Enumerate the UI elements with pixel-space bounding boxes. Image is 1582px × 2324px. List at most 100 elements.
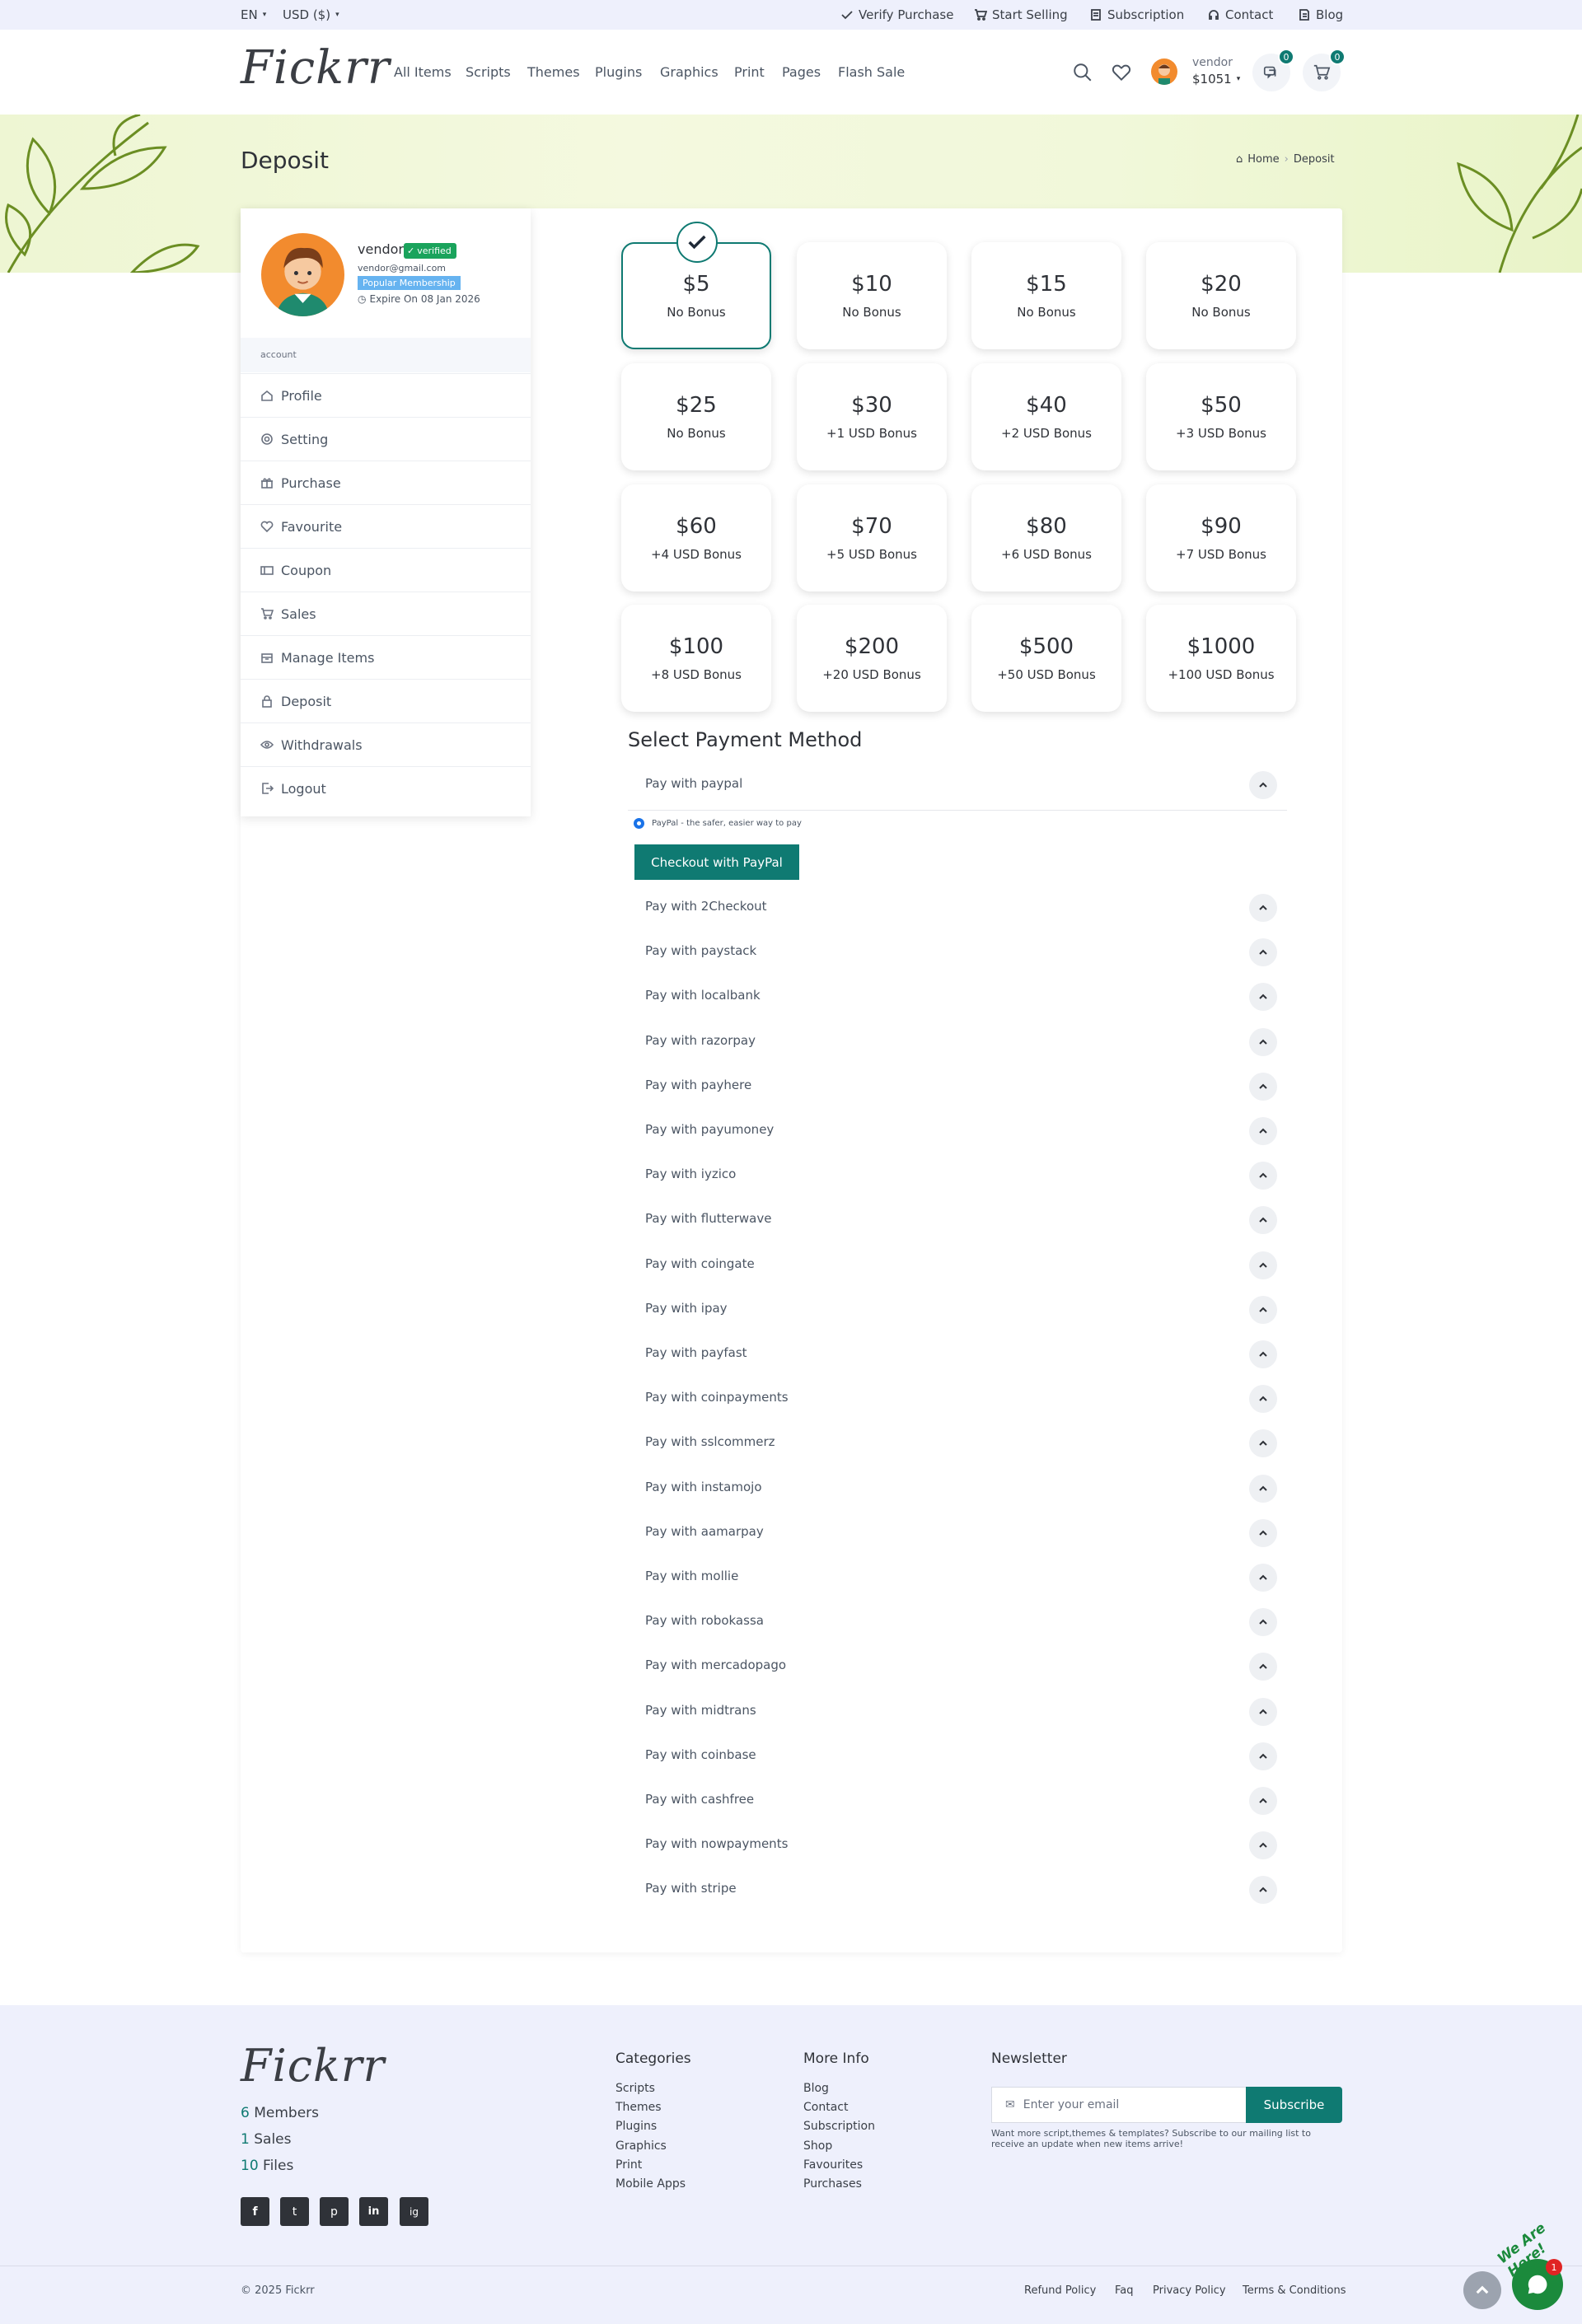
- payment-method-row[interactable]: Pay with sslcommerz: [628, 1421, 1287, 1466]
- payment-method-row[interactable]: Pay with stripe: [628, 1868, 1287, 1912]
- heart-icon[interactable]: [1111, 62, 1132, 83]
- breadcrumb-home[interactable]: Home: [1247, 153, 1279, 166]
- amount-option-10[interactable]: $10 No Bonus: [797, 242, 947, 349]
- chevron-up-icon[interactable]: [1249, 1429, 1277, 1457]
- amount-option-200[interactable]: $200 +20 USD Bonus: [797, 605, 947, 712]
- header-balance-dropdown[interactable]: $1051 ▾: [1192, 72, 1240, 87]
- nav-all-items[interactable]: All Items: [394, 64, 452, 80]
- subscription-link[interactable]: Subscription: [1089, 0, 1184, 30]
- contact-link[interactable]: Contact: [1207, 0, 1273, 30]
- sidebar-item-logout[interactable]: Logout: [241, 766, 531, 810]
- amount-option-60[interactable]: $60 +4 USD Bonus: [621, 484, 771, 592]
- pinterest-icon[interactable]: p: [320, 2197, 349, 2226]
- header-avatar[interactable]: [1151, 58, 1177, 85]
- amount-option-80[interactable]: $80 +6 USD Bonus: [971, 484, 1121, 592]
- nav-pages[interactable]: Pages: [782, 64, 821, 80]
- chevron-up-icon[interactable]: [1249, 771, 1277, 799]
- site-logo[interactable]: Fickrr: [241, 41, 391, 95]
- sidebar-item-purchase[interactable]: Purchase: [241, 461, 531, 504]
- amount-option-40[interactable]: $40 +2 USD Bonus: [971, 363, 1121, 470]
- chevron-up-icon[interactable]: [1249, 1340, 1277, 1368]
- amount-option-100[interactable]: $100 +8 USD Bonus: [621, 605, 771, 712]
- chevron-up-icon[interactable]: [1249, 894, 1277, 922]
- chevron-up-icon[interactable]: [1249, 1296, 1277, 1324]
- footer-info-link[interactable]: Blog: [803, 2082, 829, 2095]
- faq-link[interactable]: Faq: [1115, 2284, 1134, 2297]
- chevron-up-icon[interactable]: [1249, 1117, 1277, 1145]
- payment-method-row[interactable]: Pay with localbank: [628, 975, 1287, 1019]
- footer-info-link[interactable]: Subscription: [803, 2120, 875, 2133]
- chevron-up-icon[interactable]: [1249, 1073, 1277, 1101]
- chevron-up-icon[interactable]: [1249, 1385, 1277, 1413]
- search-icon[interactable]: [1072, 62, 1093, 83]
- sidebar-item-deposit[interactable]: Deposit: [241, 679, 531, 722]
- footer-info-link[interactable]: Favourites: [803, 2158, 863, 2172]
- footer-category-link[interactable]: Themes: [615, 2101, 662, 2114]
- payment-method-row[interactable]: Pay with payumoney: [628, 1109, 1287, 1153]
- payment-method-row[interactable]: Pay with 2Checkout: [628, 886, 1287, 930]
- footer-info-link[interactable]: Shop: [803, 2139, 832, 2153]
- nav-flash-sale[interactable]: Flash Sale: [838, 64, 905, 80]
- sidebar-item-setting[interactable]: Setting: [241, 417, 531, 461]
- payment-method-row[interactable]: Pay with payfast: [628, 1332, 1287, 1377]
- footer-info-link[interactable]: Contact: [803, 2101, 848, 2114]
- linkedin-icon[interactable]: in: [359, 2197, 388, 2226]
- blog-link[interactable]: Blog: [1298, 0, 1343, 30]
- payment-method-row[interactable]: Pay with flutterwave: [628, 1198, 1287, 1242]
- amount-option-90[interactable]: $90 +7 USD Bonus: [1146, 484, 1296, 592]
- chevron-up-icon[interactable]: [1249, 1698, 1277, 1726]
- chevron-up-icon[interactable]: [1249, 1519, 1277, 1547]
- footer-category-link[interactable]: Plugins: [615, 2120, 657, 2133]
- footer-category-link[interactable]: Scripts: [615, 2082, 655, 2095]
- amount-option-30[interactable]: $30 +1 USD Bonus: [797, 363, 947, 470]
- chevron-up-icon[interactable]: [1249, 1564, 1277, 1592]
- payment-method-row[interactable]: Pay with coinpayments: [628, 1377, 1287, 1421]
- sidebar-item-profile[interactable]: Profile: [241, 373, 531, 417]
- chevron-up-icon[interactable]: [1249, 1876, 1277, 1904]
- nav-plugins[interactable]: Plugins: [595, 64, 642, 80]
- chevron-up-icon[interactable]: [1249, 1162, 1277, 1190]
- payment-method-row[interactable]: Pay with ipay: [628, 1288, 1287, 1332]
- payment-method-row[interactable]: Pay with cashfree: [628, 1779, 1287, 1823]
- payment-method-row[interactable]: Pay with iyzico: [628, 1153, 1287, 1198]
- footer-category-link[interactable]: Print: [615, 2158, 642, 2172]
- payment-method-row[interactable]: Pay with mollie: [628, 1555, 1287, 1600]
- payment-method-row[interactable]: Pay with razorpay: [628, 1020, 1287, 1064]
- chevron-up-icon[interactable]: [1249, 1251, 1277, 1279]
- nav-graphics[interactable]: Graphics: [660, 64, 718, 80]
- terms-link[interactable]: Terms & Conditions: [1243, 2284, 1346, 2297]
- twitter-icon[interactable]: t: [280, 2197, 309, 2226]
- payment-method-row[interactable]: Pay with robokassa: [628, 1600, 1287, 1644]
- chevron-up-icon[interactable]: [1249, 1475, 1277, 1503]
- amount-option-70[interactable]: $70 +5 USD Bonus: [797, 484, 947, 592]
- chevron-up-icon[interactable]: [1249, 1028, 1277, 1056]
- currency-selector[interactable]: USD ($) ▾: [283, 0, 339, 30]
- nav-scripts[interactable]: Scripts: [466, 64, 511, 80]
- amount-option-500[interactable]: $500 +50 USD Bonus: [971, 605, 1121, 712]
- scroll-top-button[interactable]: [1463, 2271, 1501, 2309]
- payment-method-row[interactable]: Pay with instamojo: [628, 1466, 1287, 1511]
- amount-option-20[interactable]: $20 No Bonus: [1146, 242, 1296, 349]
- chevron-up-icon[interactable]: [1249, 1206, 1277, 1234]
- chevron-up-icon[interactable]: [1249, 1653, 1277, 1681]
- chevron-up-icon[interactable]: [1249, 938, 1277, 966]
- footer-category-link[interactable]: Mobile Apps: [615, 2177, 686, 2191]
- footer-category-link[interactable]: Graphics: [615, 2139, 667, 2153]
- footer-info-link[interactable]: Purchases: [803, 2177, 862, 2191]
- checkout-paypal-button[interactable]: Checkout with PayPal: [634, 844, 799, 880]
- payment-method-row[interactable]: Pay with paystack: [628, 930, 1287, 975]
- sidebar-item-withdrawals[interactable]: Withdrawals: [241, 722, 531, 766]
- sidebar-item-manage-items[interactable]: Manage Items: [241, 635, 531, 679]
- payment-method-row[interactable]: Pay with coinbase: [628, 1734, 1287, 1779]
- chevron-up-icon[interactable]: [1249, 1742, 1277, 1770]
- payment-method-row[interactable]: Pay with midtrans: [628, 1690, 1287, 1734]
- verify-purchase-link[interactable]: Verify Purchase: [840, 0, 953, 30]
- chevron-up-icon[interactable]: [1249, 1787, 1277, 1815]
- payment-paypal-header[interactable]: Pay with paypal: [628, 763, 1287, 807]
- payment-method-row[interactable]: Pay with mercadopago: [628, 1644, 1287, 1689]
- nav-print[interactable]: Print: [734, 64, 765, 80]
- instagram-icon[interactable]: ig: [400, 2197, 428, 2226]
- sidebar-item-sales[interactable]: Sales: [241, 592, 531, 635]
- chevron-up-icon[interactable]: [1249, 983, 1277, 1011]
- sidebar-item-favourite[interactable]: Favourite: [241, 504, 531, 548]
